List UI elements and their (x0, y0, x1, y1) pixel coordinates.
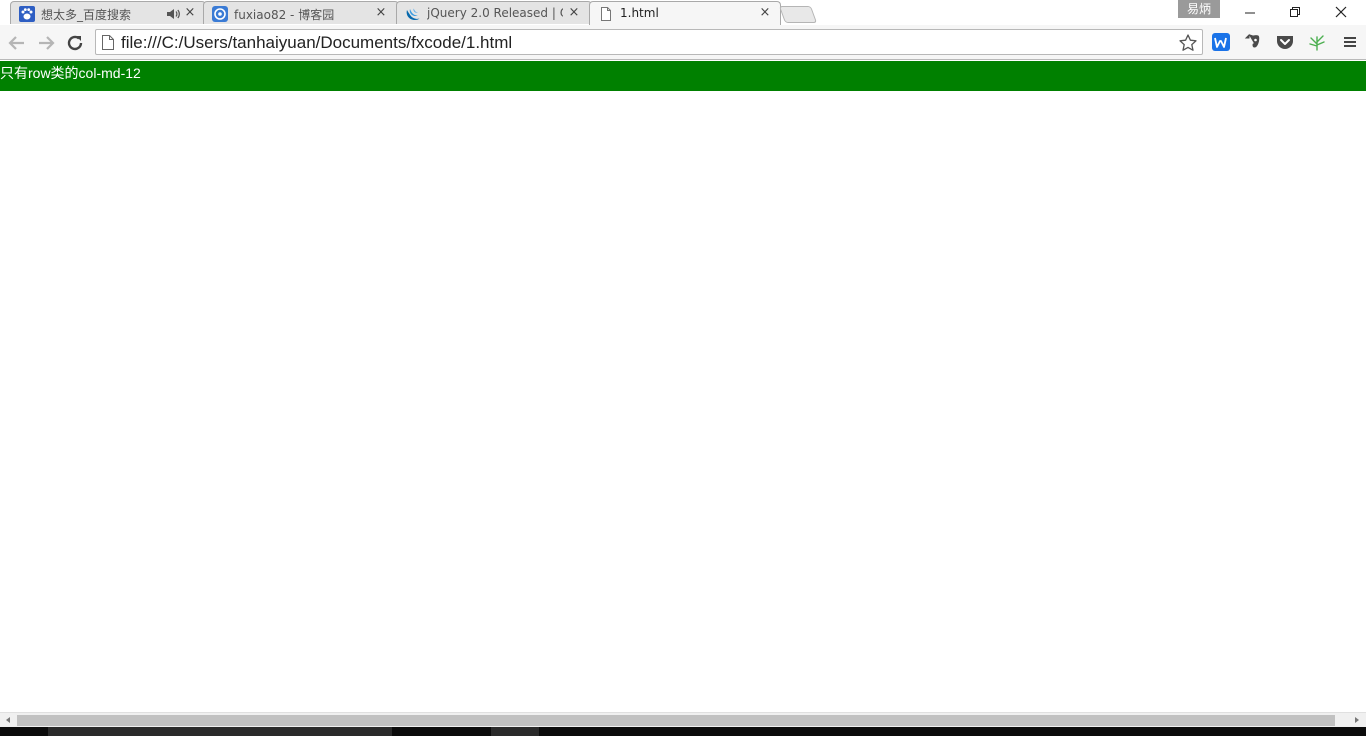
back-arrow-icon[interactable] (5, 31, 29, 55)
horizontal-scrollbar[interactable] (0, 712, 1366, 727)
baidu-paw-icon (19, 6, 35, 22)
pocket-icon[interactable] (1275, 32, 1295, 52)
w-extension-icon[interactable] (1211, 32, 1231, 52)
tab-title: 想太多_百度搜索 (41, 8, 132, 22)
page-icon (601, 7, 611, 21)
tab-strip: 想太多_百度搜索 × fuxiao82 - 博客园 × jQuery 2.0 R… (0, 0, 1366, 25)
close-tab-icon[interactable]: × (758, 6, 772, 20)
close-tab-icon[interactable]: × (374, 6, 388, 20)
tab-jquery[interactable]: jQuery 2.0 Released | Of × (396, 1, 592, 24)
close-tab-icon[interactable]: × (567, 6, 581, 20)
taskbar-app-button[interactable] (491, 727, 539, 736)
scroll-right-arrow-icon[interactable] (1352, 715, 1362, 725)
minimize-icon[interactable] (1227, 0, 1273, 25)
scrollbar-thumb[interactable] (17, 715, 1335, 726)
taskbar-search-box[interactable] (48, 727, 392, 736)
browser-toolbar: file:///C:/Users/tanhaiyuan/Documents/fx… (0, 25, 1366, 60)
url-text[interactable]: file:///C:/Users/tanhaiyuan/Documents/fx… (121, 33, 512, 53)
tab-title: 1.html (620, 6, 659, 20)
menu-icon[interactable] (1340, 32, 1360, 52)
new-tab-button[interactable] (778, 6, 818, 23)
address-bar[interactable]: file:///C:/Users/tanhaiyuan/Documents/fx… (95, 29, 1203, 55)
close-window-icon[interactable] (1318, 0, 1364, 25)
evernote-icon[interactable] (1243, 32, 1263, 52)
restore-icon[interactable] (1272, 0, 1318, 25)
reload-icon[interactable] (63, 31, 87, 55)
row-label: 只有row类的col-md-12 (0, 65, 141, 81)
bookmark-star-icon[interactable] (1178, 33, 1198, 53)
tab-1-html[interactable]: 1.html × (589, 1, 781, 25)
tab-title: fuxiao82 - 博客园 (234, 8, 335, 22)
os-taskbar (0, 727, 1366, 736)
jquery-icon (406, 8, 420, 20)
page-icon (102, 35, 114, 50)
cnblogs-icon (212, 6, 228, 22)
speaker-icon[interactable] (165, 6, 181, 22)
tab-title: jQuery 2.0 Released | Of (427, 6, 563, 20)
tab-cnblogs[interactable]: fuxiao82 - 博客园 × (203, 1, 399, 24)
page-viewport: 只有row类的col-md-12 (0, 61, 1366, 712)
scroll-left-arrow-icon[interactable] (3, 715, 13, 725)
close-tab-icon[interactable]: × (183, 6, 197, 20)
tab-baidu-search[interactable]: 想太多_百度搜索 × (10, 1, 206, 24)
profile-name-badge[interactable]: 易炳 (1178, 0, 1220, 18)
browser-window: 想太多_百度搜索 × fuxiao82 - 博客园 × jQuery 2.0 R… (0, 0, 1366, 736)
row-col-md-12: 只有row类的col-md-12 (0, 61, 1366, 91)
bamboo-extension-icon[interactable] (1307, 32, 1327, 52)
forward-arrow-icon[interactable] (34, 31, 58, 55)
